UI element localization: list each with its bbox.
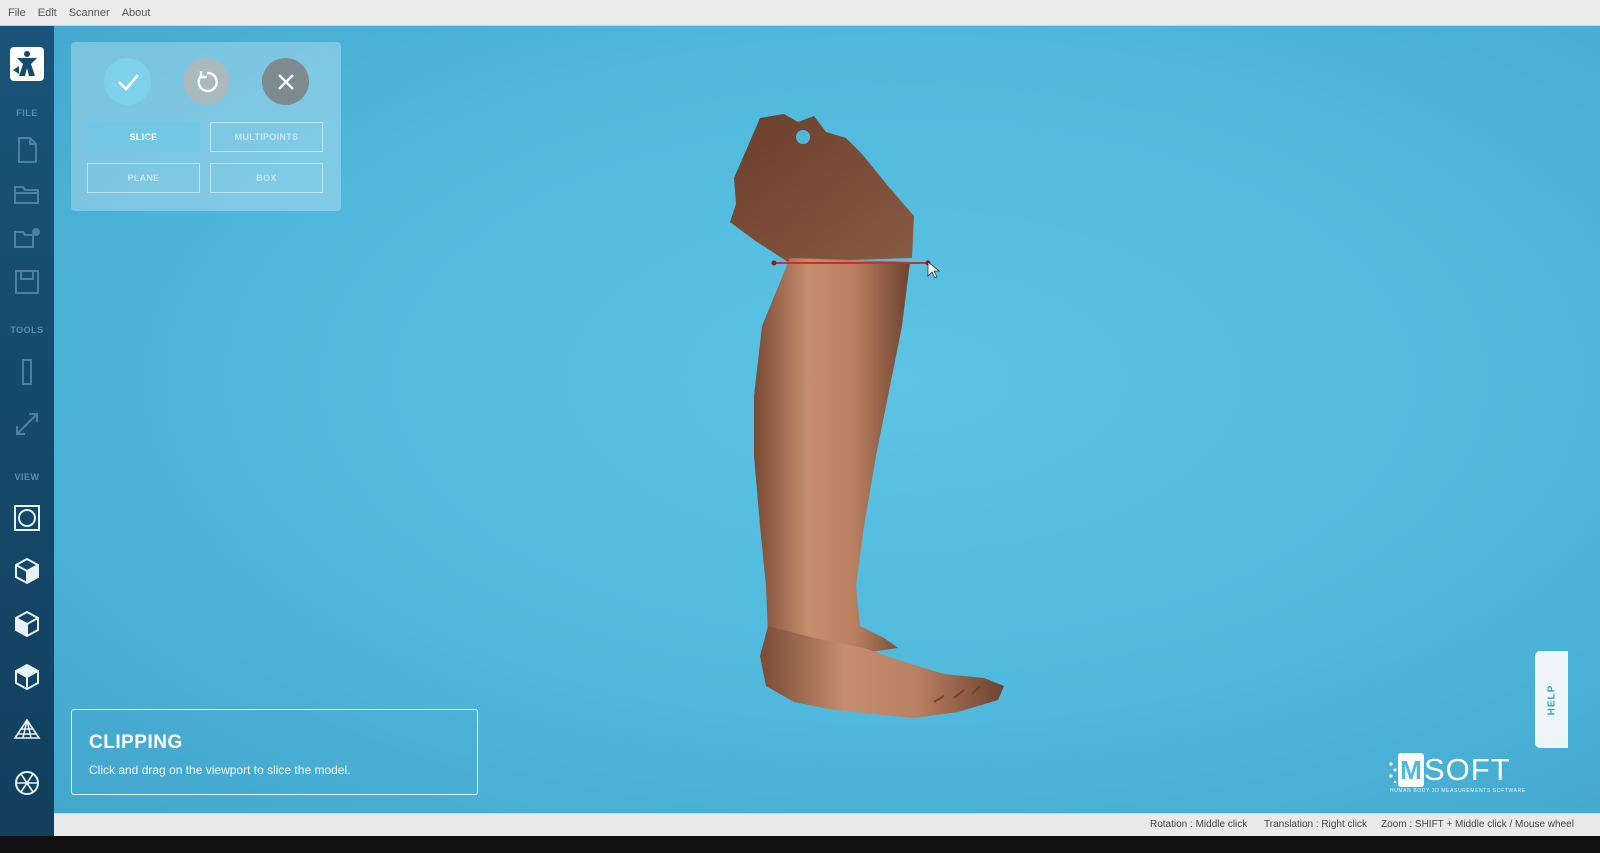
tool-info-description: Click and drag on the viewport to slice … <box>89 763 351 777</box>
left-toolbar: FILE TOOLS VIEW <box>0 26 54 836</box>
help-tab[interactable]: HELP <box>1535 651 1568 748</box>
app-logo-icon[interactable] <box>9 46 45 82</box>
menu-scanner[interactable]: Scanner <box>69 7 110 19</box>
status-zoom: Zoom : SHIFT + Middle click / Mouse whee… <box>1381 819 1574 830</box>
brand-name: SOFT <box>1424 752 1511 787</box>
menu-file[interactable]: File <box>8 7 26 19</box>
cube-top-icon[interactable] <box>11 661 43 693</box>
status-bar: Rotation : Middle click Translation : Ri… <box>54 813 1600 836</box>
new-file-icon[interactable] <box>11 134 43 166</box>
brand-mark: M <box>1398 753 1424 787</box>
bottom-strip <box>0 836 1600 853</box>
mode-plane-button[interactable]: PLANE <box>87 163 200 193</box>
open-recent-icon[interactable] <box>11 222 43 254</box>
save-icon[interactable] <box>11 266 43 298</box>
cube-side-icon[interactable] <box>11 608 43 640</box>
clipping-tool-panel: SLICE MULTIPOINTS PLANE BOX <box>71 42 341 211</box>
cancel-icon <box>277 73 294 90</box>
sidebar-section-tools: TOOLS <box>10 325 44 335</box>
model-hole <box>796 130 810 144</box>
brand-logo: M SOFT HUMAN BODY 3D MEASUREMENTS SOFTWA… <box>1388 752 1553 796</box>
fit-view-icon[interactable] <box>11 502 43 534</box>
sidebar-section-view: VIEW <box>14 472 40 482</box>
confirm-icon <box>117 73 139 91</box>
cube-front-icon[interactable] <box>11 555 43 587</box>
mode-slice-button[interactable]: SLICE <box>87 122 200 152</box>
mode-box-button[interactable]: BOX <box>210 163 323 193</box>
mode-multipoints-button[interactable]: MULTIPOINTS <box>210 122 323 152</box>
menu-bar: File Edit Scanner About <box>0 0 1600 26</box>
ruler-icon[interactable] <box>11 356 43 388</box>
mouse-cursor-icon <box>927 261 941 279</box>
status-translation: Translation : Right click <box>1264 819 1367 830</box>
open-folder-icon[interactable] <box>11 178 43 210</box>
wireframe-icon[interactable] <box>11 767 43 799</box>
expand-icon[interactable] <box>11 408 43 440</box>
confirm-button[interactable] <box>104 58 151 105</box>
tool-info-box: CLIPPING Click and drag on the viewport … <box>71 709 478 795</box>
menu-edit[interactable]: Edit <box>38 7 57 19</box>
menu-about[interactable]: About <box>122 7 151 19</box>
sidebar-section-file: FILE <box>16 108 38 118</box>
help-label: HELP <box>1546 684 1557 715</box>
tool-info-title: CLIPPING <box>89 732 183 753</box>
reset-icon <box>197 70 218 92</box>
reset-button[interactable] <box>183 58 230 105</box>
brand-tagline: HUMAN BODY 3D MEASUREMENTS SOFTWARE <box>1390 788 1526 794</box>
perspective-grid-icon[interactable] <box>11 714 43 746</box>
status-rotation: Rotation : Middle click <box>1150 819 1248 830</box>
cancel-button[interactable] <box>262 58 309 105</box>
logo-dots-icon <box>1389 762 1397 784</box>
